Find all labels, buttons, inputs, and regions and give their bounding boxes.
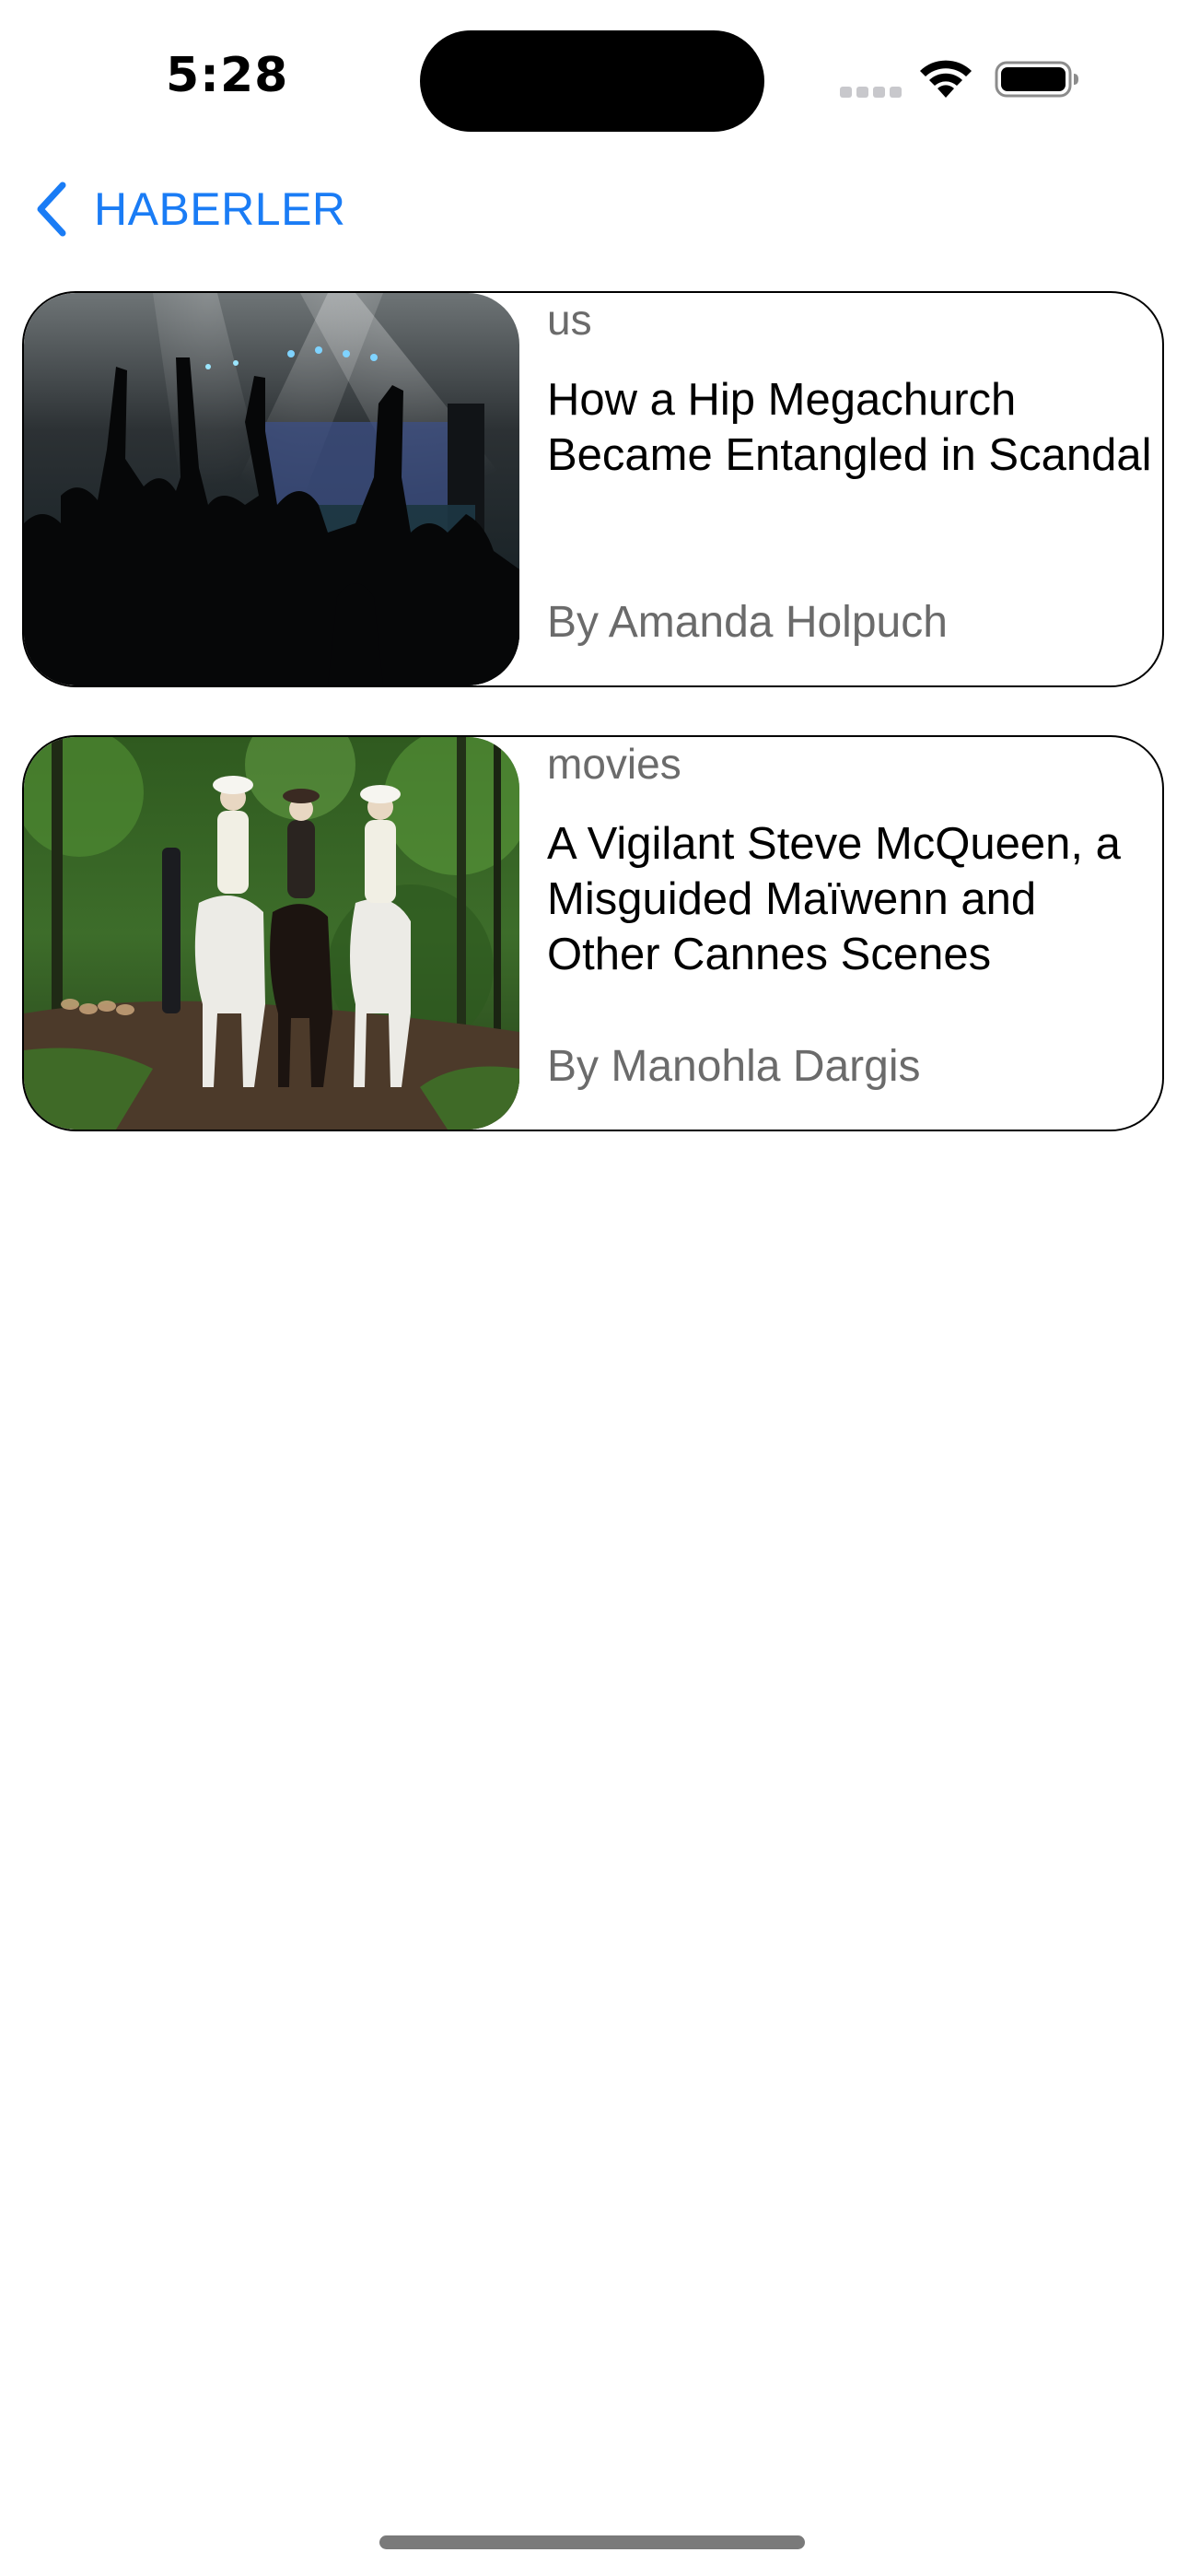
horse-riders-forest-photo — [24, 737, 519, 1130]
article-title: A Vigilant Steve McQueen, a Misguided Ma… — [547, 819, 1121, 979]
article-title: How a Hip Megachurch Became Entangled in… — [547, 375, 1152, 480]
battery-icon — [995, 61, 1078, 98]
article-card[interactable]: us How a Hip Megachurch Became Entangled… — [22, 291, 1164, 687]
article-thumbnail — [24, 737, 519, 1130]
home-indicator[interactable] — [379, 2535, 805, 2549]
article-byline: By Amanda Holpuch — [547, 598, 948, 647]
cellular-signal-icon — [840, 87, 903, 98]
dynamic-island — [420, 30, 764, 132]
article-text: us How a Hip Megachurch Became Entangled… — [547, 293, 1155, 685]
status-bar: 5:28 — [0, 0, 1188, 157]
wifi-icon — [920, 60, 972, 98]
article-section: us — [547, 296, 592, 344]
back-button[interactable]: HABERLER — [33, 179, 346, 240]
article-byline: By Manohla Dargis — [547, 1042, 921, 1091]
back-button-label: HABERLER — [94, 183, 346, 235]
status-time: 5:28 — [166, 48, 289, 103]
article-text: movies A Vigilant Steve McQueen, a Misgu… — [547, 737, 1155, 1130]
chevron-left-icon — [37, 181, 66, 237]
article-thumbnail — [24, 293, 519, 685]
article-card[interactable]: movies A Vigilant Steve McQueen, a Misgu… — [22, 735, 1164, 1131]
concert-crowd-photo — [24, 293, 519, 685]
article-section: movies — [547, 740, 681, 788]
article-list: us How a Hip Megachurch Became Entangled… — [22, 291, 1164, 1179]
